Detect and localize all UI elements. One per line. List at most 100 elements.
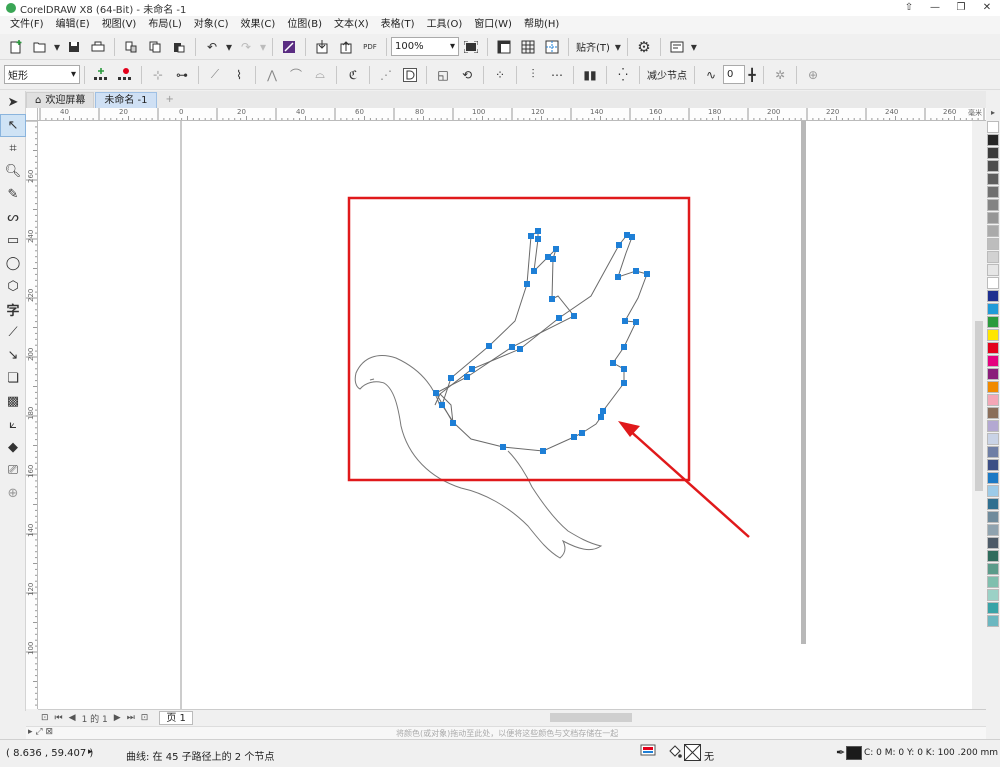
paste-icon[interactable] (168, 36, 190, 58)
curve-node[interactable] (486, 343, 492, 349)
palette-swatch[interactable] (987, 550, 999, 562)
curve-node[interactable] (448, 375, 454, 381)
zoom-tool-icon[interactable]: 🔍︎ (0, 160, 26, 183)
add-tool-icon[interactable]: ⊕ (0, 482, 26, 505)
palette-swatch[interactable] (987, 524, 999, 536)
previous-page-icon[interactable]: ◀ (66, 713, 79, 723)
palette-swatch[interactable] (987, 394, 999, 406)
palette-swatch[interactable] (987, 186, 999, 198)
smart-fill-tool-icon[interactable]: ⎚ (0, 459, 26, 482)
smoothness-stepper-icon[interactable]: ╋ (746, 64, 758, 86)
search-content-icon[interactable] (278, 36, 300, 58)
palette-swatch[interactable] (987, 225, 999, 237)
menu-view[interactable]: 视图(V) (96, 16, 143, 34)
smooth-node-icon[interactable]: ⌒ (285, 64, 307, 86)
palette-swatch[interactable] (987, 485, 999, 497)
freehand-tool-icon[interactable]: ✎ (0, 183, 26, 206)
curve-node[interactable] (509, 344, 515, 350)
palette-swatch[interactable] (987, 290, 999, 302)
curve-node[interactable] (571, 313, 577, 319)
palette-swatch[interactable] (987, 615, 999, 627)
convert-to-curve-icon[interactable]: ⌇ (228, 64, 250, 86)
palette-swatch[interactable] (987, 316, 999, 328)
join-nodes-icon[interactable]: ⊹ (147, 64, 169, 86)
palette-swatch[interactable] (987, 199, 999, 211)
add-page-after-icon[interactable]: ⊡ (138, 713, 152, 723)
palette-swatch[interactable] (987, 446, 999, 458)
fill-color-icon[interactable] (640, 744, 656, 765)
add-page-before-icon[interactable]: ⊡ (38, 713, 52, 723)
curve-node[interactable] (621, 380, 627, 386)
palette-swatch[interactable] (987, 576, 999, 588)
select-nodes-icon[interactable]: ✲ (769, 64, 791, 86)
curve-node[interactable] (464, 374, 470, 380)
rectangle-tool-icon[interactable]: ▭ (0, 229, 26, 252)
curve-node[interactable] (553, 246, 559, 252)
palette-swatch[interactable] (987, 511, 999, 523)
document-palette[interactable]: ▸ ⤢ ⊠ 将颜色(或对象)拖动至此处，以便将这些颜色与文档存储在一起 (26, 726, 986, 739)
palette-swatch[interactable] (987, 472, 999, 484)
show-rulers-icon[interactable] (493, 36, 515, 58)
open-folder-icon[interactable] (29, 36, 51, 58)
curve-node[interactable] (621, 366, 627, 372)
menu-edit[interactable]: 编辑(E) (50, 16, 96, 34)
delete-node-icon[interactable] (114, 64, 136, 86)
pick-tool-icon[interactable]: ➤ (0, 91, 26, 114)
vertical-scroll-thumb[interactable] (975, 321, 983, 491)
palette-swatch[interactable] (987, 420, 999, 432)
palette-swatch[interactable] (987, 134, 999, 146)
new-tab-button[interactable]: + (158, 92, 182, 108)
palette-swatch[interactable] (987, 368, 999, 380)
undo-dropdown-icon[interactable]: ▾ (225, 36, 233, 58)
page-1-tab[interactable]: 页 1 (159, 711, 193, 725)
palette-swatch[interactable] (987, 277, 999, 289)
horizontal-ruler[interactable]: 40 20 0 20 40 60 80 100 120 140 160 180 … (38, 108, 986, 121)
palette-swatch[interactable] (987, 238, 999, 250)
palette-swatch[interactable] (987, 381, 999, 393)
palette-swatch[interactable] (987, 303, 999, 315)
application-launcher-icon[interactable] (666, 36, 688, 58)
open-dropdown-icon[interactable]: ▾ (53, 36, 61, 58)
convert-to-line-icon[interactable]: ⟋ (204, 64, 226, 86)
palette-swatch[interactable] (987, 160, 999, 172)
redo-dropdown-icon[interactable]: ▾ (259, 36, 267, 58)
palette-swatch[interactable] (987, 173, 999, 185)
palette-swatch[interactable] (987, 147, 999, 159)
extend-curve-icon[interactable]: ⋰ (375, 64, 397, 86)
palette-scroll-up-icon[interactable]: ▸ (986, 108, 1000, 120)
palette-swatch[interactable] (987, 121, 999, 133)
menu-effects[interactable]: 效果(C) (235, 16, 282, 34)
menu-bitmaps[interactable]: 位图(B) (281, 16, 328, 34)
cusp-node-icon[interactable]: ⋀ (261, 64, 283, 86)
curve-smoothness-input[interactable]: 0 (723, 65, 745, 84)
palette-swatch[interactable] (987, 498, 999, 510)
elastic-mode-icon[interactable]: ▮▮ (579, 64, 601, 86)
curve-node[interactable] (621, 344, 627, 350)
curve-node[interactable] (644, 271, 650, 277)
parallel-dimension-tool-icon[interactable]: ⟋ (0, 321, 26, 344)
curve-node[interactable] (556, 315, 562, 321)
curve-node[interactable] (469, 366, 475, 372)
rotate-nodes-icon[interactable]: ⟲ (456, 64, 478, 86)
selection-mode-select[interactable]: 矩形 ▾ (4, 65, 80, 84)
next-page-icon[interactable]: ▶ (111, 713, 124, 723)
palette-swatch[interactable] (987, 407, 999, 419)
menu-window[interactable]: 窗口(W) (468, 16, 518, 34)
curve-node[interactable] (600, 408, 606, 414)
undo-icon[interactable]: ↶ (201, 36, 223, 58)
close-curve-icon[interactable] (399, 64, 421, 86)
menu-text[interactable]: 文本(X) (328, 16, 375, 34)
curve-node[interactable] (633, 268, 639, 274)
palette-swatch[interactable] (987, 459, 999, 471)
palette-swatch[interactable] (987, 329, 999, 341)
cut-icon[interactable] (120, 36, 142, 58)
palette-swatch[interactable] (987, 537, 999, 549)
crop-tool-icon[interactable]: ⌗ (0, 137, 26, 160)
outline-pen-icon[interactable]: ✒ (836, 746, 845, 759)
save-icon[interactable] (63, 36, 85, 58)
add-node-icon[interactable] (90, 64, 112, 86)
curve-node[interactable] (616, 242, 622, 248)
stretch-nodes-icon[interactable]: ◱ (432, 64, 454, 86)
transparency-tool-icon[interactable]: ▩ (0, 390, 26, 413)
close-button[interactable]: ✕ (974, 0, 1000, 16)
